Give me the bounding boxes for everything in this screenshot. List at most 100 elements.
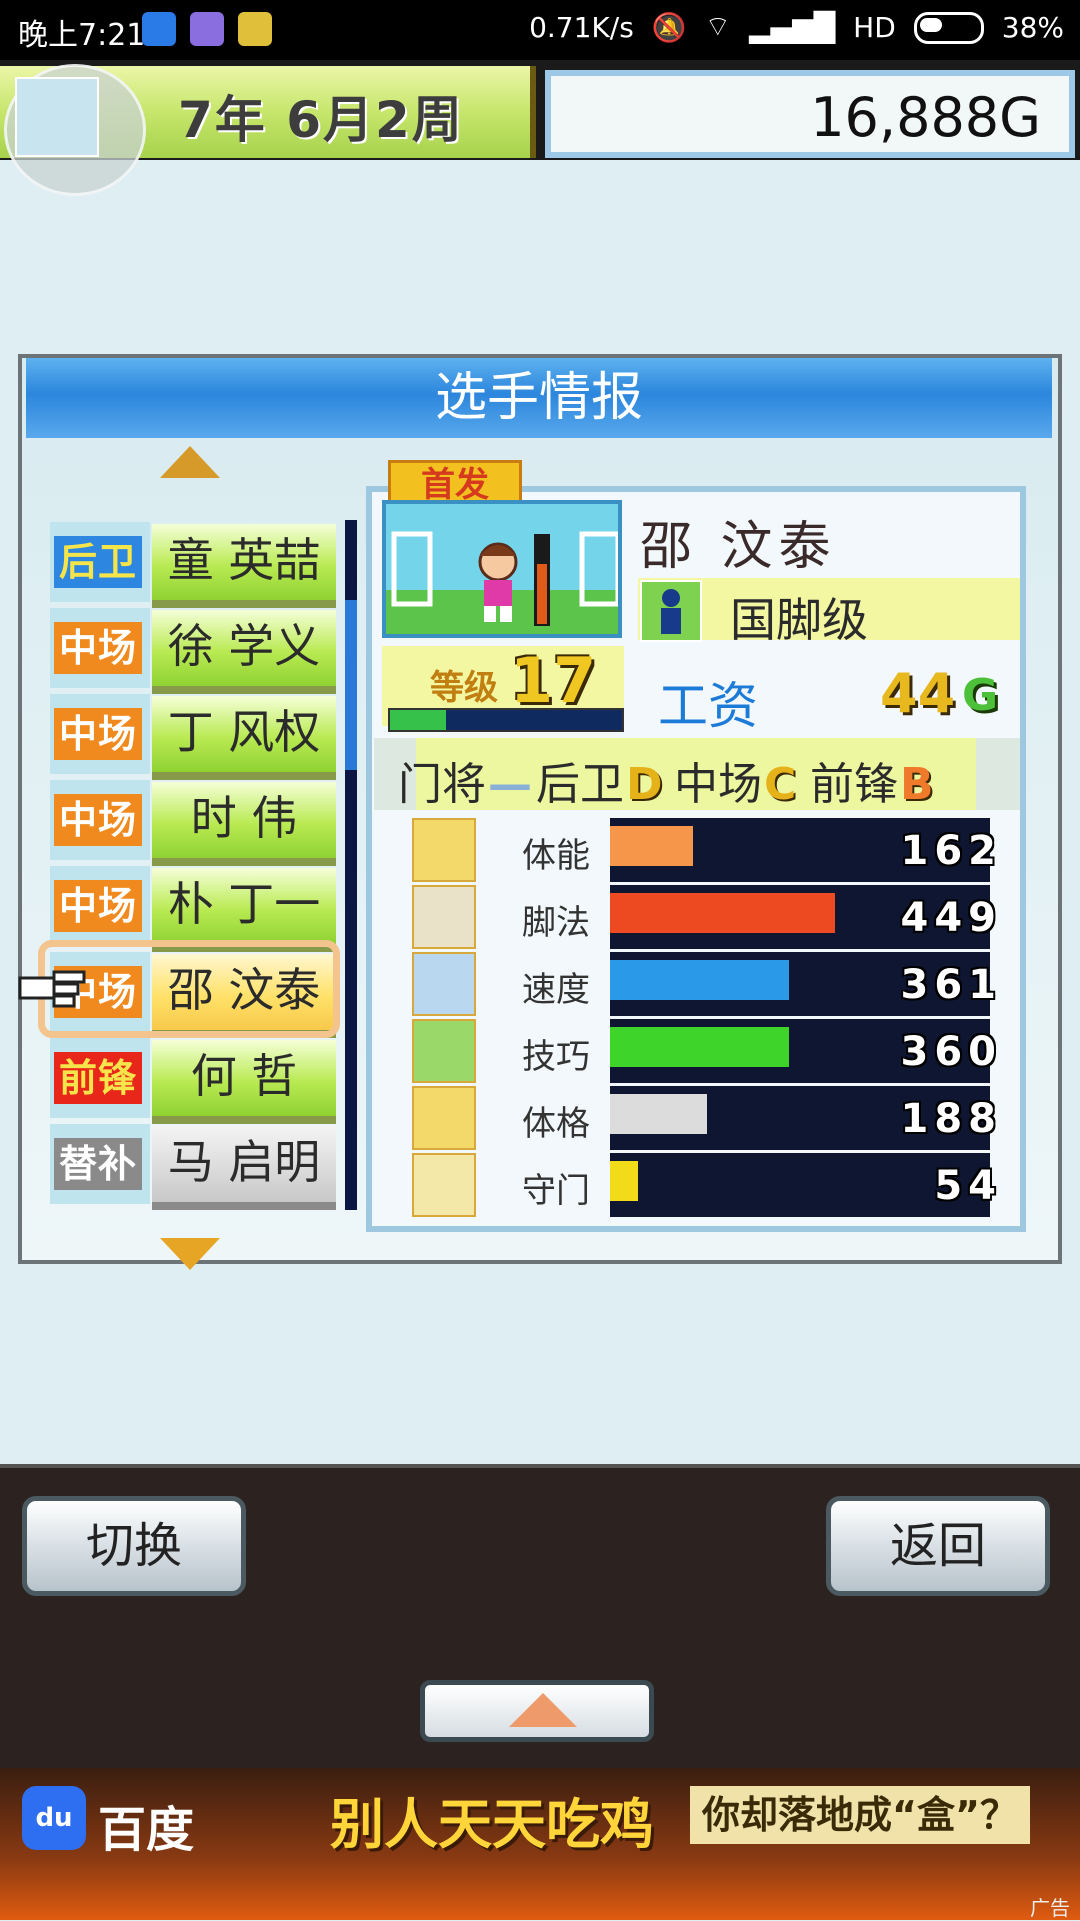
muscle-icon (412, 1086, 476, 1150)
mute-icon: 🔕 (651, 11, 687, 44)
player-name: 邵 汶泰 (640, 517, 837, 577)
salary-label: 工资 (658, 677, 758, 735)
stat-value: 162 (900, 828, 1002, 874)
stat-bar: 54 (610, 1153, 996, 1217)
aptitude-grade: B (900, 759, 934, 810)
panel-title: 选手情报 (434, 368, 643, 428)
scrollbar-thumb[interactable] (345, 600, 357, 770)
salary-unit: G (962, 670, 999, 721)
status-time: 晚上7:21 (18, 18, 146, 53)
stat-bar-fill (610, 826, 693, 866)
player-portrait (382, 500, 622, 638)
aptitude-item: 中场C (674, 748, 796, 812)
aptitude-label: 前锋 (810, 759, 898, 810)
switch-button[interactable]: 切换 (22, 1496, 246, 1596)
stat-value: 449 (900, 895, 1002, 941)
player-name-cell: 丁 风权 (152, 696, 336, 780)
ad-label: 广告 (1030, 1896, 1070, 1920)
position-badge: 中场 (54, 794, 142, 846)
aptitude-item: 门将— (398, 748, 532, 812)
player-name-cell: 何 哲 (152, 1040, 336, 1124)
back-button[interactable]: 返回 (826, 1496, 1050, 1596)
money-amount: 16,888G (810, 86, 1041, 149)
dribble-icon (412, 1019, 476, 1083)
stat-label: 体格 (522, 1104, 590, 1144)
stat-bar-fill (610, 1027, 789, 1067)
position-badge: 中场 (54, 880, 142, 932)
roster-row[interactable]: 中场时 伟 (50, 780, 340, 866)
game-app-icon (238, 12, 272, 46)
notes-app-icon (190, 12, 224, 46)
player-level: 17 (510, 644, 597, 717)
player-name-cell: 时 伟 (152, 782, 336, 866)
player-grade: 国脚级 (730, 593, 868, 647)
stat-value: 361 (900, 962, 1002, 1008)
battery-icon (913, 11, 984, 44)
stat-bar-fill (610, 960, 789, 1000)
scroll-up-arrow-icon[interactable] (160, 446, 220, 478)
position-badge: 替补 (54, 1138, 142, 1190)
menu-up-button[interactable] (420, 1680, 654, 1742)
stat-label: 守门 (522, 1171, 590, 1211)
pointing-hand-icon (18, 970, 86, 1008)
stat-value: 360 (900, 1029, 1002, 1075)
stat-bar: 361 (610, 952, 996, 1016)
position-badge: 中场 (54, 622, 142, 674)
player-avatar-icon (386, 504, 618, 634)
stat-bar: 162 (610, 818, 996, 882)
stat-row: 体格 188 (412, 1084, 1002, 1150)
shield-app-icon (142, 12, 176, 46)
player-name-cell: 童 英喆 (152, 524, 336, 608)
roster-row[interactable]: 中场朴 丁一 (50, 866, 340, 952)
status-bar: 晚上7:21 0.71K/s 🔕 ⌔ ▂▄▆█ HD 38% (0, 0, 1080, 60)
level-label: 等级 (430, 668, 498, 708)
glove-icon (412, 1153, 476, 1217)
stat-bar: 188 (610, 1086, 996, 1150)
stat-row: 守门 54 (412, 1151, 1002, 1217)
aptitude-item: 后卫D (536, 748, 663, 812)
aptitude-label: 门将 (398, 759, 486, 810)
game-date: 7年 6月2周 (178, 91, 464, 149)
aptitude-grade: C (764, 759, 797, 810)
stat-label: 技巧 (522, 1037, 590, 1077)
player-name-cell: 马 启明 (152, 1126, 336, 1210)
ad-brand: 百度 (98, 1802, 195, 1858)
position-badge: 后卫 (54, 536, 142, 588)
up-arrow-icon (509, 1693, 577, 1727)
scroll-down-arrow-icon[interactable] (160, 1238, 220, 1270)
battery-icon (412, 818, 476, 882)
roster-scrollbar[interactable] (345, 520, 357, 1210)
salary-value: 44 (880, 662, 956, 725)
roster-row[interactable]: 替补马 启明 (50, 1124, 340, 1210)
roster-row[interactable]: 中场徐 学义 (50, 608, 340, 694)
roster-row[interactable]: 前锋何 哲 (50, 1038, 340, 1124)
baidu-logo-icon: du (22, 1786, 86, 1850)
money-panel: 16,888G (545, 70, 1075, 158)
experience-bar (388, 708, 624, 732)
stat-value: 54 (934, 1163, 1002, 1209)
floating-ball-icon (15, 77, 99, 157)
stat-label: 体能 (522, 836, 590, 876)
network-speed: 0.71K/s (529, 11, 634, 44)
stat-row: 技巧 360 (412, 1017, 1002, 1083)
runner-icon (412, 952, 476, 1016)
stat-value: 188 (900, 1096, 1002, 1142)
panel-title-bar: 选手情报 (26, 358, 1052, 438)
stat-row: 体能 162 (412, 816, 1002, 882)
floating-assistant-button[interactable] (4, 64, 146, 196)
roster-row[interactable]: 中场丁 风权 (50, 694, 340, 780)
stat-bar-fill (610, 1094, 707, 1134)
aptitude-label: 后卫 (536, 759, 624, 810)
experience-fill (390, 710, 446, 730)
roster-row[interactable]: 后卫童 英喆 (50, 522, 340, 608)
player-name-cell: 徐 学义 (152, 610, 336, 694)
stat-bar-fill (610, 1161, 638, 1201)
position-badge: 中场 (54, 708, 142, 760)
aptitude-item: 前锋B (810, 748, 934, 812)
stat-label: 速度 (522, 970, 590, 1010)
aptitude-grade: D (626, 759, 663, 810)
player-silhouette-icon (640, 580, 702, 642)
ad-subline: 你却落地成“盒”？ (690, 1786, 1030, 1844)
stat-row: 速度 361 (412, 950, 1002, 1016)
battery-percent: 38% (1001, 11, 1064, 44)
